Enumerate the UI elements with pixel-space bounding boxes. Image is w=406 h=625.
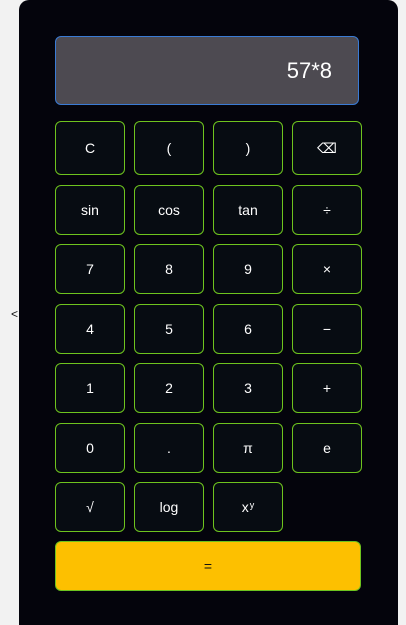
keypad: C ( ) ⌫ sin cos tan ÷ 7 8 9 × 4 5 6 − 1 …: [55, 121, 362, 532]
tan-button[interactable]: tan: [213, 184, 283, 235]
digit-5-button[interactable]: 5: [134, 303, 204, 354]
minus-button[interactable]: −: [292, 303, 362, 354]
digit-9-button[interactable]: 9: [213, 244, 283, 294]
clear-button[interactable]: C: [55, 121, 125, 175]
multiply-button[interactable]: ×: [292, 244, 362, 294]
plus-button[interactable]: +: [292, 363, 362, 413]
digit-0-button[interactable]: 0: [55, 422, 125, 473]
calculator: 57*8 C ( ) ⌫ sin cos tan ÷ 7 8 9 × 4 5 6…: [19, 0, 398, 625]
euler-button[interactable]: e: [292, 422, 362, 473]
digit-2-button[interactable]: 2: [134, 363, 204, 413]
sin-button[interactable]: sin: [55, 184, 125, 235]
power-base-label: x: [241, 499, 249, 515]
digit-7-button[interactable]: 7: [55, 244, 125, 294]
stray-glyph: <: [11, 307, 19, 321]
display-expression: 57*8: [286, 58, 332, 83]
close-paren-button[interactable]: ): [213, 121, 283, 175]
sqrt-button[interactable]: √: [55, 482, 125, 532]
display-screen: 57*8: [55, 36, 359, 105]
log-button[interactable]: log: [134, 482, 204, 532]
digit-8-button[interactable]: 8: [134, 244, 204, 294]
open-paren-button[interactable]: (: [134, 121, 204, 175]
power-exponent-label: y: [249, 500, 255, 510]
digit-1-button[interactable]: 1: [55, 363, 125, 413]
backspace-button[interactable]: ⌫: [292, 121, 362, 175]
backspace-icon: ⌫: [317, 139, 337, 156]
equals-button[interactable]: =: [55, 541, 361, 591]
cos-button[interactable]: cos: [134, 184, 204, 235]
digit-4-button[interactable]: 4: [55, 303, 125, 354]
pi-button[interactable]: π: [213, 422, 283, 473]
digit-3-button[interactable]: 3: [213, 363, 283, 413]
divide-button[interactable]: ÷: [292, 184, 362, 235]
digit-6-button[interactable]: 6: [213, 303, 283, 354]
power-button[interactable]: xy: [213, 482, 283, 532]
decimal-button[interactable]: .: [134, 422, 204, 473]
